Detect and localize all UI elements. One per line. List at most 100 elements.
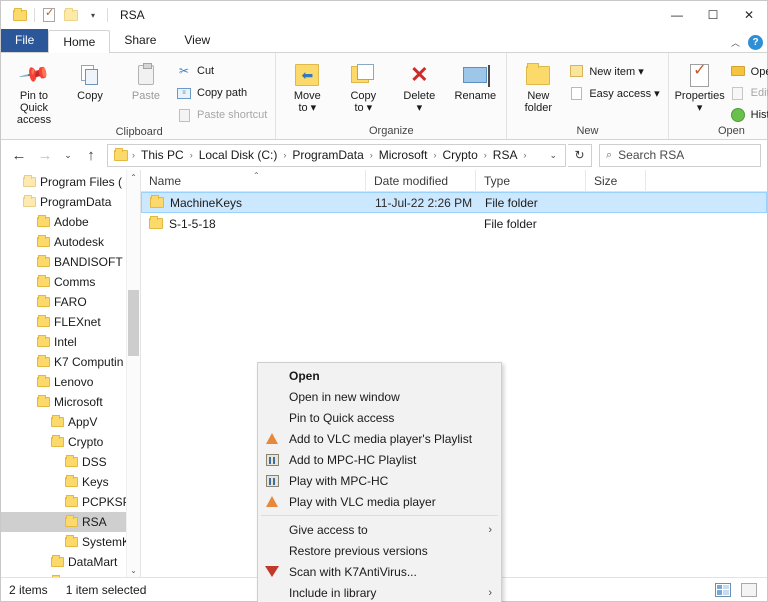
tree-item-bandisoft[interactable]: BANDISOFT: [1, 252, 140, 272]
tree-item-program-files[interactable]: Program Files (: [1, 172, 140, 192]
breadcrumb-rsa[interactable]: RSA: [489, 148, 522, 162]
customize-qat-caret-icon[interactable]: ▾: [82, 4, 104, 26]
rename-button[interactable]: Rename: [447, 56, 503, 102]
maximize-button[interactable]: ☐: [695, 1, 731, 29]
menu-item-add-to-vlc-media-player-s-playlist[interactable]: Add to VLC media player's Playlist: [258, 428, 501, 449]
tree-item-datamart[interactable]: DataMart: [1, 552, 140, 572]
help-icon[interactable]: ?: [748, 35, 763, 50]
forward-button[interactable]: →: [33, 143, 57, 167]
crumb-sep-1: ›: [190, 150, 193, 160]
tab-view[interactable]: View: [170, 29, 224, 52]
breadcrumb-this-pc[interactable]: This PC: [137, 148, 188, 162]
large-icons-view-icon[interactable]: [739, 581, 759, 599]
tree-item-crypto[interactable]: Crypto: [1, 432, 140, 452]
scroll-down-icon[interactable]: ⌄: [127, 563, 140, 577]
tree-item-keys[interactable]: Keys: [1, 472, 140, 492]
tree-item-adobe[interactable]: Adobe: [1, 212, 140, 232]
tree-item-autodesk[interactable]: Autodesk: [1, 232, 140, 252]
open-button[interactable]: Open ▾: [728, 61, 768, 81]
tree-item-programdata[interactable]: ProgramData: [1, 192, 140, 212]
breadcrumb-local-disk[interactable]: Local Disk (C:): [195, 148, 282, 162]
new-item-button[interactable]: New item ▾: [566, 61, 664, 81]
tree-item-rsa[interactable]: RSA: [1, 512, 140, 532]
tree-item-dss[interactable]: DSS: [1, 452, 140, 472]
column-header-type[interactable]: Type: [476, 170, 586, 192]
menu-item-restore-previous-versions[interactable]: Restore previous versions: [258, 540, 501, 561]
close-button[interactable]: ✕: [731, 1, 767, 29]
tree-item-flexnet[interactable]: FLEXnet: [1, 312, 140, 332]
new-folder-qat-icon[interactable]: [60, 4, 82, 26]
menu-item-play-with-mpc-hc[interactable]: Play with MPC-HC: [258, 470, 501, 491]
properties-qat-icon[interactable]: [38, 4, 60, 26]
tree-item-k7-computin[interactable]: K7 Computin: [1, 352, 140, 372]
up-button[interactable]: ↑: [79, 143, 103, 167]
history-button[interactable]: History: [728, 105, 768, 125]
copy-to-button[interactable]: Copy to ▾: [335, 56, 391, 114]
edit-button[interactable]: Edit: [728, 83, 768, 103]
tab-home[interactable]: Home: [48, 30, 110, 53]
new-folder-label-line1: New: [527, 90, 549, 102]
breadcrumb-programdata[interactable]: ProgramData: [288, 148, 367, 162]
menu-item-open[interactable]: Open: [258, 365, 501, 386]
address-breadcrumb-bar[interactable]: › This PC › Local Disk (C:) › ProgramDat…: [107, 144, 566, 167]
properties-icon: [690, 60, 709, 90]
tree-item-systemkey[interactable]: SystemKey: [1, 532, 140, 552]
paste-shortcut-icon: [176, 107, 192, 123]
new-item-label: New item ▾: [589, 65, 643, 78]
menu-item-open-in-new-window[interactable]: Open in new window: [258, 386, 501, 407]
recent-locations-button[interactable]: ⌄: [59, 143, 77, 167]
new-folder-button[interactable]: New folder: [510, 56, 566, 114]
copy-to-label-line2: to ▾: [354, 102, 372, 114]
navigation-scrollbar[interactable]: ⌃ ⌄: [126, 170, 140, 577]
search-box[interactable]: ⌕ Search RSA: [599, 144, 761, 167]
tab-file[interactable]: File: [1, 29, 48, 52]
rename-label: Rename: [455, 90, 497, 102]
menu-item-add-to-mpc-hc-playlist[interactable]: Add to MPC-HC Playlist: [258, 449, 501, 470]
properties-button[interactable]: Properties ▾: [672, 56, 728, 114]
easy-access-button[interactable]: Easy access ▾: [566, 83, 664, 103]
tree-item-microsoft[interactable]: Microsoft: [1, 392, 140, 412]
table-row[interactable]: S-1-5-18File folder: [141, 213, 767, 234]
back-button[interactable]: ←: [7, 143, 31, 167]
menu-item-scan-with-k7antivirus[interactable]: Scan with K7AntiVirus...: [258, 561, 501, 582]
tree-item-lenovo[interactable]: Lenovo: [1, 372, 140, 392]
column-header-date-modified[interactable]: Date modified: [366, 170, 476, 192]
paste-button[interactable]: Paste: [118, 56, 174, 102]
column-header-name[interactable]: Name ⌃: [141, 170, 366, 192]
file-explorer-window: ▾ RSA — ☐ ✕ File Home Share View ︿ ? 📌 P…: [0, 0, 768, 602]
tree-item-label: Comms: [54, 275, 95, 289]
tree-item-label: K7 Computin: [54, 355, 123, 369]
column-header-size[interactable]: Size: [586, 170, 646, 192]
scroll-up-icon[interactable]: ⌃: [127, 170, 140, 184]
details-view-icon[interactable]: [713, 581, 733, 599]
menu-item-label: Include in library: [281, 586, 376, 600]
collapse-ribbon-icon[interactable]: ︿: [731, 36, 740, 49]
address-dropdown-icon[interactable]: ⌄: [545, 150, 561, 161]
scrollbar-thumb[interactable]: [128, 290, 139, 356]
menu-item-give-access-to[interactable]: Give access to›: [258, 519, 501, 540]
menu-item-pin-to-quick-access[interactable]: Pin to Quick access: [258, 407, 501, 428]
delete-button[interactable]: ✕ Delete ▾: [391, 56, 447, 114]
breadcrumb-microsoft[interactable]: Microsoft: [375, 148, 432, 162]
tree-item-intel[interactable]: Intel: [1, 332, 140, 352]
minimize-button[interactable]: —: [659, 1, 695, 29]
refresh-button[interactable]: ↻: [568, 144, 592, 167]
tree-item-pcpksp[interactable]: PCPKSP: [1, 492, 140, 512]
search-input[interactable]: Search RSA: [618, 148, 684, 162]
menu-item-include-in-library[interactable]: Include in library›: [258, 582, 501, 602]
cut-button[interactable]: ✂ Cut: [174, 61, 272, 81]
tree-item-appv[interactable]: AppV: [1, 412, 140, 432]
table-row[interactable]: MachineKeys11-Jul-22 2:26 PMFile folder: [141, 192, 767, 213]
folder-icon: [37, 317, 50, 327]
pin-to-quick-access-button[interactable]: 📌 Pin to Quick access: [6, 56, 62, 126]
title-bar: ▾ RSA — ☐ ✕: [1, 1, 767, 29]
copy-button[interactable]: Copy: [62, 56, 118, 102]
tab-share[interactable]: Share: [110, 29, 170, 52]
copy-path-button[interactable]: ≡ Copy path: [174, 83, 272, 103]
tree-item-comms[interactable]: Comms: [1, 272, 140, 292]
move-to-button[interactable]: ⬅ Move to ▾: [279, 56, 335, 114]
menu-item-play-with-vlc-media-player[interactable]: Play with VLC media player: [258, 491, 501, 512]
paste-shortcut-button[interactable]: Paste shortcut: [174, 105, 272, 125]
breadcrumb-crypto[interactable]: Crypto: [438, 148, 481, 162]
tree-item-faro[interactable]: FARO: [1, 292, 140, 312]
